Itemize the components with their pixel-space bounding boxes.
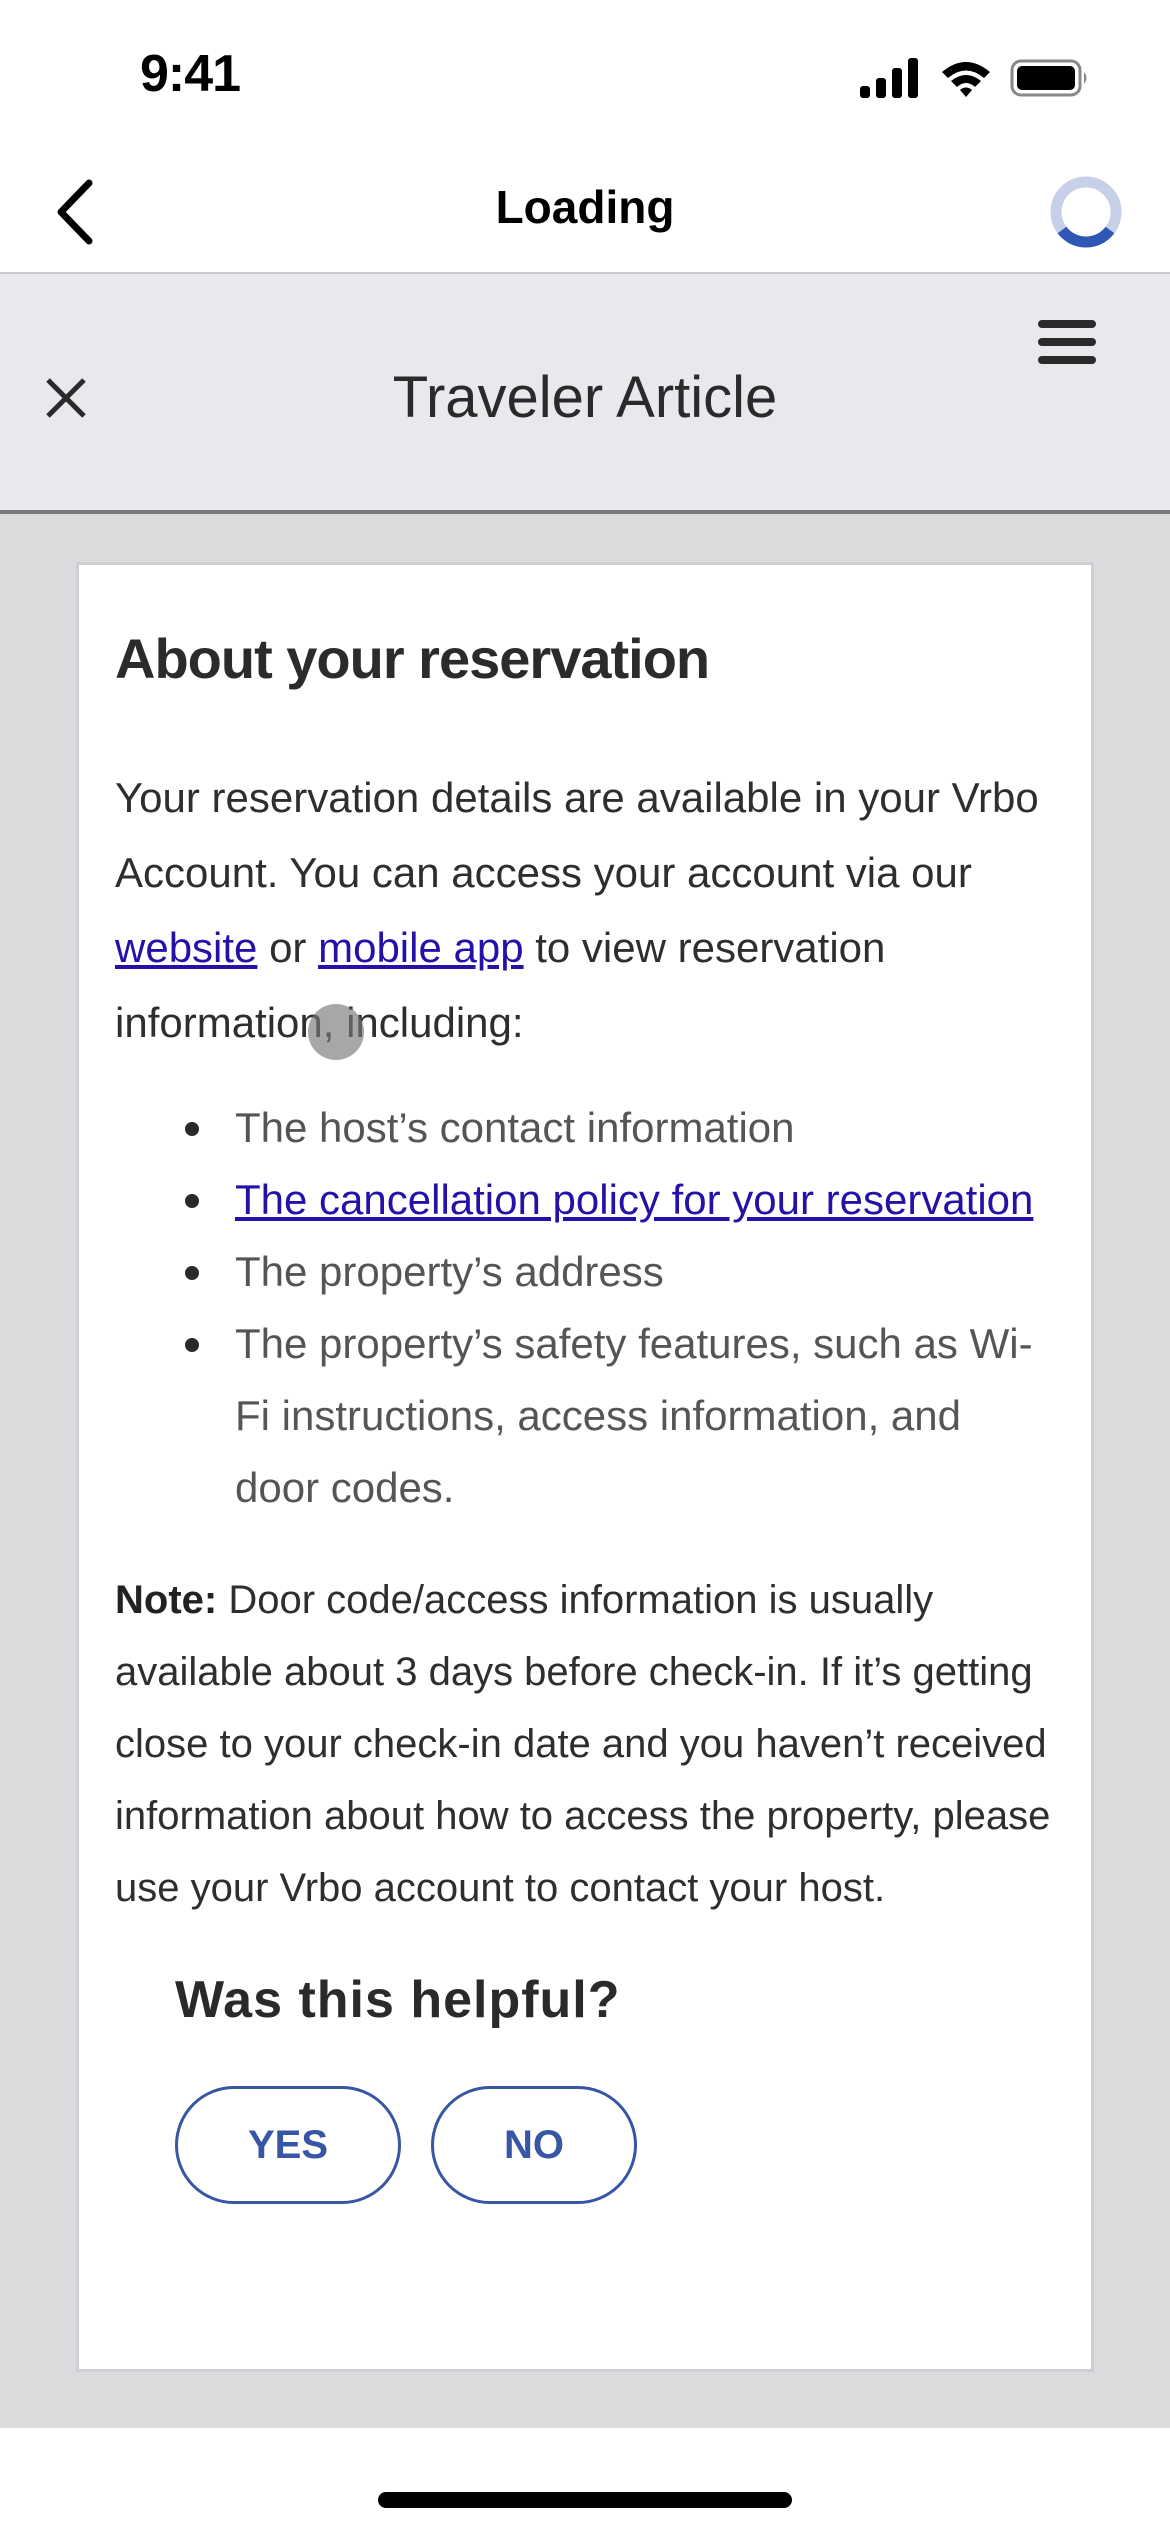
list-item: The property’s address [185,1236,1055,1308]
no-button[interactable]: NO [431,2086,637,2205]
cancellation-policy-link[interactable]: The cancellation policy for your reserva… [235,1176,1033,1223]
yes-button[interactable]: YES [175,2086,401,2205]
article-header: Traveler Article [0,274,1170,514]
note-label: Note: [115,1578,218,1623]
hamburger-menu-icon[interactable] [1038,320,1096,372]
note-text: Door code/access information is usually … [115,1578,1051,1911]
nav-title: Loading [495,181,675,233]
intro-text: Your reservation details are available i… [115,774,1039,897]
list-item-text: The property’s safety features, such as … [235,1320,1033,1512]
article-heading: About your reservation [115,627,710,690]
article-card: About your reservation Your reservation … [76,562,1094,2372]
website-link[interactable]: website [115,924,257,971]
home-indicator[interactable] [378,2492,792,2508]
feedback-question: Was this helpful? [175,1971,621,2030]
list-item: The cancellation policy for your reserva… [185,1164,1055,1236]
list-item-text: The property’s address [235,1248,664,1296]
menu-bar [1038,320,1096,328]
article-header-title: Traveler Article [392,365,778,430]
content-area[interactable]: About your reservation Your reservation … [0,514,1170,2428]
menu-bar [1038,338,1096,346]
reservation-info-list: The host’s contact information The cance… [185,1092,1055,1524]
intro-text: or [257,924,319,972]
article-intro: Your reservation details are available i… [115,760,1055,1060]
list-item: The property’s safety features, such as … [185,1308,1055,1524]
menu-bar [1038,356,1096,364]
home-area [0,2428,1170,2532]
wifi-icon [942,62,990,97]
list-item-text: The host’s contact information [235,1104,795,1152]
mobile-app-link[interactable]: mobile app [318,924,523,971]
cellular-signal-icon [860,58,918,98]
battery-icon [1010,59,1087,97]
loading-spinner-icon [1046,172,1126,252]
status-bar: 9:41 [0,0,1170,150]
nav-bar: Loading [0,150,1170,274]
status-icons [860,56,1090,100]
list-item: The host’s contact information [185,1092,1055,1164]
article-note: Note: Door code/access information is us… [115,1564,1055,1924]
status-time: 9:41 [140,45,241,103]
feedback-buttons: YES NO [175,2086,1055,2205]
